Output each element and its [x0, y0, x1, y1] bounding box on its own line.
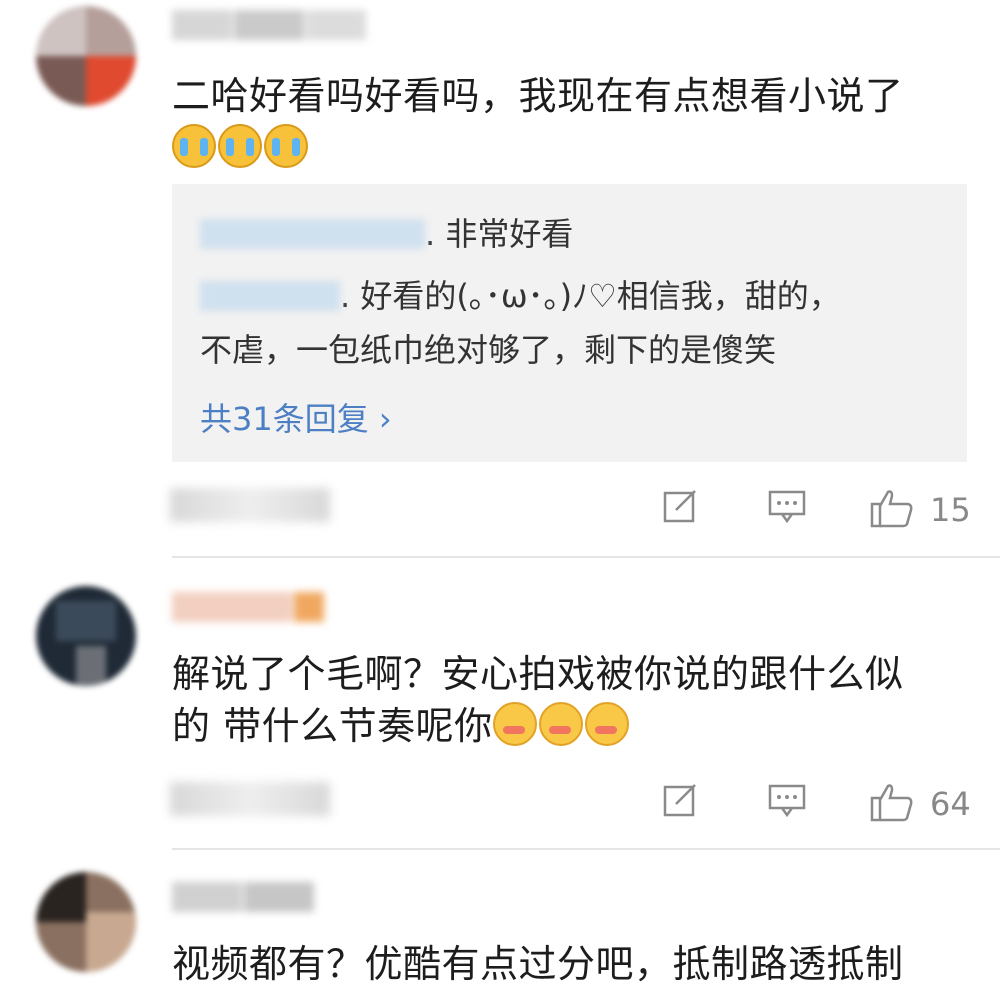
edit-icon[interactable]: [662, 488, 698, 524]
crying-face-icon: [218, 124, 262, 168]
username-blurred[interactable]: [172, 592, 372, 626]
timestamp-blurred: [170, 782, 330, 816]
more-replies-link[interactable]: 共31条回复 ›: [200, 394, 392, 440]
like-count: 15: [930, 491, 971, 529]
comment-toolbar: 15: [0, 488, 1000, 538]
avatar[interactable]: [36, 586, 136, 686]
like-count: 64: [930, 785, 971, 823]
comment-text: 视频都有？优酷有点过分吧，抵制路透抵制: [172, 942, 904, 986]
comment-text: 解说了个毛啊？安心拍戏被你说的跟什么似 的 带什么节奏呢你: [172, 652, 904, 748]
comment-icon[interactable]: [768, 488, 806, 524]
replies-preview[interactable]: . 非常好看 . 好看的(｡･ω･｡)ﾉ♡相信我，甜的， 不虐，一包纸巾绝对够了…: [172, 184, 967, 462]
username-blurred[interactable]: [172, 10, 382, 44]
username-blurred[interactable]: [172, 882, 332, 916]
thumbs-up-icon[interactable]: [870, 488, 914, 528]
reply-item: . 好看的(｡･ω･｡)ﾉ♡相信我，甜的，: [200, 274, 841, 318]
thumbs-up-icon[interactable]: [870, 782, 914, 822]
hugging-face-icon: [492, 702, 537, 746]
crying-face-icon: [172, 124, 216, 168]
comment-icon[interactable]: [768, 782, 806, 818]
reply-item-continued: 不虐，一包纸巾绝对够了，剩下的是傻笑: [200, 331, 777, 369]
timestamp-blurred: [170, 488, 330, 522]
comment-toolbar: 64: [0, 782, 1000, 832]
reply-username-blurred[interactable]: [200, 219, 425, 249]
hugging-face-icon: [584, 702, 629, 746]
avatar[interactable]: [36, 6, 136, 106]
divider: [172, 848, 1000, 850]
crying-face-icon: [264, 124, 308, 168]
avatar[interactable]: [36, 872, 136, 972]
divider: [172, 556, 1000, 558]
comment-text: 二哈好看吗好看吗，我现在有点想看小说了: [172, 70, 972, 174]
reply-username-blurred[interactable]: [200, 281, 340, 311]
hugging-face-icon: [538, 702, 583, 746]
reply-item: . 非常好看: [200, 212, 573, 256]
edit-icon[interactable]: [662, 782, 698, 818]
